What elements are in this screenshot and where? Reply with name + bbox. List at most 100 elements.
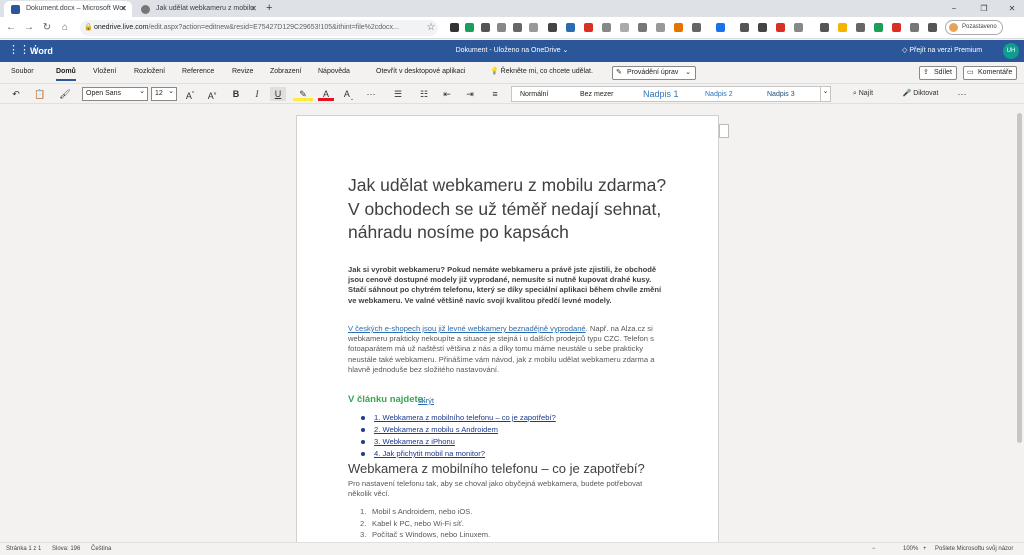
style-heading-3[interactable]: Nadpis 3 (767, 87, 795, 102)
extension-icon[interactable] (776, 23, 785, 32)
zoom-out-icon[interactable]: − (872, 543, 876, 555)
vertical-scrollbar[interactable] (1015, 105, 1024, 542)
extension-icon[interactable] (548, 23, 557, 32)
back-arrow-icon[interactable]: ← (4, 20, 18, 36)
grow-font-icon[interactable]: A^ (183, 87, 197, 101)
comments-button[interactable]: ▭ Komentáře (963, 66, 1018, 80)
italic-icon[interactable]: I (250, 87, 264, 101)
lead-paragraph[interactable]: Jak si vyrobit webkameru? Pokud nemáte w… (348, 265, 663, 306)
list-item[interactable]: 2. Kabel k PC, nebo Wi-Fi síť. (360, 518, 490, 530)
toc-item[interactable]: 2. Webkamera z mobilu s Androidem (359, 424, 659, 436)
extension-icon[interactable] (716, 23, 725, 32)
bold-icon[interactable]: B (229, 87, 243, 101)
style-heading-1[interactable]: Nadpis 1 (643, 87, 679, 102)
extension-icon[interactable] (638, 23, 647, 32)
address-bar[interactable]: 🔒 onedrive.live.com/edit.aspx?action=edit… (80, 20, 438, 36)
close-icon[interactable]: ✕ (120, 1, 127, 17)
extension-icon[interactable] (465, 23, 474, 32)
extension-icon[interactable] (892, 23, 901, 32)
clipboard-icon[interactable]: 📋 (30, 87, 50, 101)
extension-icon[interactable] (584, 23, 593, 32)
document-page[interactable]: Jak udělat webkameru z mobilu zdarma? V … (296, 115, 719, 542)
tab-references[interactable]: Reference (182, 62, 214, 82)
open-in-desktop-link[interactable]: Otevřít v desktopové aplikaci (376, 62, 466, 82)
close-icon[interactable]: ✕ (250, 1, 257, 17)
extension-icon[interactable] (450, 23, 459, 32)
extension-icon[interactable] (656, 23, 665, 32)
minimize-button[interactable]: − (944, 0, 964, 17)
editing-mode-dropdown[interactable]: ✎ Provádění úprav ⌄ (612, 66, 696, 80)
bullets-icon[interactable]: ☰ (388, 87, 408, 101)
home-icon[interactable]: ⌂ (58, 20, 72, 36)
tab-help[interactable]: Nápověda (318, 62, 350, 82)
list-item[interactable]: 3. Počítač s Windows, nebo Linuxem. (360, 529, 490, 541)
section-paragraph[interactable]: Pro nastavení telefonu tak, aby se chova… (348, 479, 658, 499)
more-options-icon[interactable]: ··· (364, 87, 378, 101)
document-title[interactable]: Dokument - Uloženo na OneDrive ⌄ (0, 40, 1024, 62)
find-button[interactable]: ⌕ Najít (842, 87, 884, 101)
toc-item[interactable]: 3. Webkamera z iPhonu (359, 436, 659, 448)
decrease-indent-icon[interactable]: ⇤ (440, 87, 454, 101)
tab-article[interactable]: Jak udělat webkameru z mobilu ✕ (134, 1, 262, 17)
word-count[interactable]: Slova: 196 (52, 543, 80, 555)
style-normal[interactable]: Normální (520, 87, 548, 102)
forward-arrow-icon[interactable]: → (22, 20, 36, 36)
language-indicator[interactable]: Čeština (91, 543, 111, 555)
article-link[interactable]: V českých e-shopech jsou již levné webka… (348, 324, 586, 333)
tab-view[interactable]: Zobrazení (270, 62, 302, 82)
extension-icon[interactable] (838, 23, 847, 32)
comment-margin-marker[interactable] (719, 124, 729, 138)
profile-button[interactable]: Pozastaveno (945, 20, 1003, 35)
tab-review[interactable]: Revize (232, 62, 253, 82)
tab-home[interactable]: Domů (56, 62, 76, 82)
extension-icon[interactable] (602, 23, 611, 32)
shrink-font-icon[interactable]: Av (205, 87, 219, 101)
document-heading[interactable]: Jak udělat webkameru z mobilu zdarma? V … (348, 174, 678, 245)
extension-icon[interactable] (874, 23, 883, 32)
extension-icon[interactable] (740, 23, 749, 32)
share-button[interactable]: ⇪ Sdílet (919, 66, 957, 80)
zoom-level[interactable]: 100% (903, 543, 918, 555)
font-size-select[interactable]: 12 (151, 86, 177, 101)
increase-indent-icon[interactable]: ⇥ (463, 87, 477, 101)
bookmark-star-icon[interactable]: ☆ (424, 20, 438, 36)
avatar[interactable]: UH (1003, 43, 1019, 59)
styles-pane-icon[interactable]: A⌄ (342, 87, 356, 102)
more-options-icon[interactable]: ··· (955, 87, 969, 101)
body-paragraph[interactable]: V českých e-shopech jsou již levné webka… (348, 324, 668, 375)
toc-item[interactable]: 4. Jak přichytit mobil na monitor? (359, 448, 659, 460)
extension-icon[interactable] (513, 23, 522, 32)
extensions-puzzle-icon[interactable] (928, 23, 937, 32)
reload-icon[interactable]: ↻ (40, 20, 54, 36)
extension-icon[interactable] (674, 23, 683, 32)
underline-icon[interactable]: U (270, 87, 286, 101)
extension-icon[interactable] (620, 23, 629, 32)
tab-file[interactable]: Soubor (11, 62, 34, 82)
maximize-button[interactable]: ❐ (974, 0, 994, 17)
extension-icon[interactable] (692, 23, 701, 32)
tab-layout[interactable]: Rozložení (134, 62, 165, 82)
extension-icon[interactable] (794, 23, 803, 32)
scrollbar-thumb[interactable] (1017, 113, 1022, 443)
extension-icon[interactable] (481, 23, 490, 32)
section-heading[interactable]: Webkamera z mobilního telefonu – co je z… (348, 461, 645, 476)
undo-icon[interactable]: ↶ (6, 87, 26, 101)
align-icon[interactable]: ≡ (485, 87, 505, 101)
toc-hide-link[interactable]: skrýt (418, 396, 434, 405)
extension-icon[interactable] (497, 23, 506, 32)
extension-icon[interactable] (566, 23, 575, 32)
font-color-icon[interactable]: A (318, 87, 334, 101)
extension-icon[interactable] (758, 23, 767, 32)
go-premium-link[interactable]: ◇ Přejít na verzi Premium (902, 40, 982, 62)
extension-icon[interactable] (910, 23, 919, 32)
feedback-link[interactable]: Pošlete Microsoftu svůj názor (935, 543, 1013, 555)
chevron-down-icon[interactable]: ⌄ (820, 87, 830, 101)
dictate-button[interactable]: 🎤 Diktovat (893, 87, 948, 101)
extension-icon[interactable] (529, 23, 538, 32)
toc-item[interactable]: 1. Webkamera z mobilního telefonu – co j… (359, 412, 659, 424)
numbering-icon[interactable]: ☷ (414, 87, 434, 101)
tell-me-search[interactable]: 💡 Řekněte mi, co chcete udělat. (490, 62, 593, 82)
window-close-button[interactable]: ✕ (1002, 0, 1022, 17)
tab-insert[interactable]: Vložení (93, 62, 116, 82)
highlight-icon[interactable]: ✎ (293, 87, 313, 101)
